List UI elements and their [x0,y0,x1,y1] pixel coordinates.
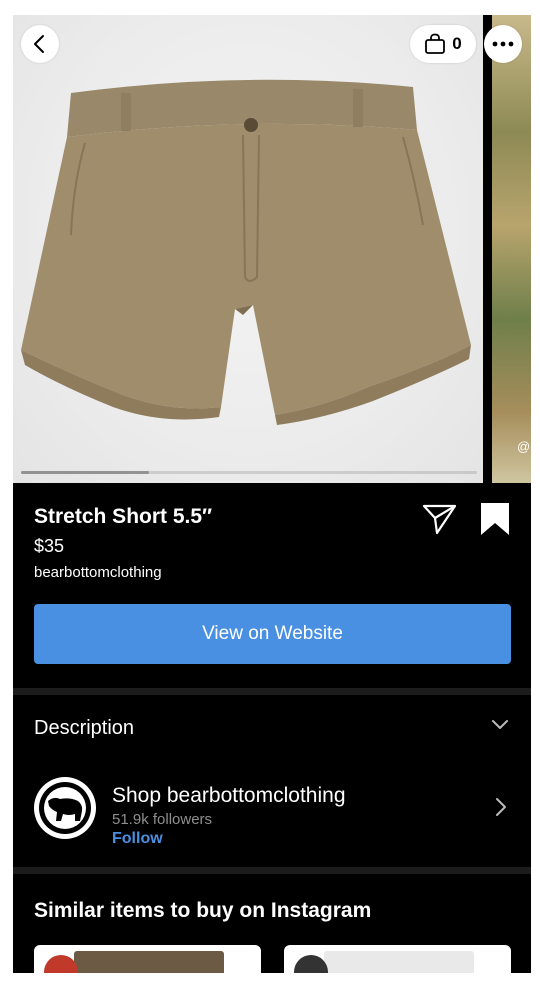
bookmark-icon[interactable] [479,501,511,537]
shop-row[interactable]: Shop bearbottomclothing 51.9k followers … [13,767,531,867]
shop-followers: 51.9k followers [112,811,213,828]
bear-logo-icon [39,782,91,834]
similar-item-card[interactable] [34,945,261,973]
follow-button[interactable]: Follow [112,830,163,848]
chevron-down-icon [492,720,508,729]
more-dots-icon [492,41,514,47]
description-label: Description [34,717,135,739]
back-chevron-icon [34,35,44,53]
product-photo[interactable] [13,15,483,483]
shopping-bag-icon [425,33,446,54]
next-photo-tag: @ [517,439,531,454]
more-options-button[interactable] [484,25,522,63]
next-product-photo[interactable] [483,15,531,483]
bag-count: 0 [452,34,462,53]
image-progress-fill [21,471,149,474]
view-on-website-button[interactable]: View on Website [34,604,511,664]
product-price: $35 [34,536,65,556]
section-divider [13,688,531,695]
chevron-right-icon [496,798,506,816]
shorts-image [21,79,471,425]
product-seller[interactable]: bearbottomclothing [34,564,162,581]
back-button[interactable] [21,25,59,63]
similar-item-thumbnail [74,951,224,973]
similar-item-avatar [44,955,78,973]
product-info: Stretch Short 5.5″ $35 bearbottomclothin… [13,483,531,688]
similar-item-card[interactable] [284,945,511,973]
section-divider [13,867,531,874]
product-title: Stretch Short 5.5″ [34,505,213,528]
similar-items-title: Similar items to buy on Instagram [34,899,372,922]
paper-plane-icon[interactable] [422,503,458,535]
shop-name[interactable]: Shop bearbottomclothing [112,784,346,808]
similar-item-thumbnail [324,951,474,973]
description-row[interactable]: Description [13,695,531,765]
app-frame: @ 0 Stretch Short 5.5″ $35 bearbottomclo… [13,15,531,973]
similar-item-avatar [294,955,328,973]
shopping-bag-button[interactable]: 0 [410,25,476,63]
shop-avatar[interactable] [34,777,96,839]
image-progress-track [21,471,477,474]
product-image-carousel[interactable]: @ 0 [13,15,531,483]
